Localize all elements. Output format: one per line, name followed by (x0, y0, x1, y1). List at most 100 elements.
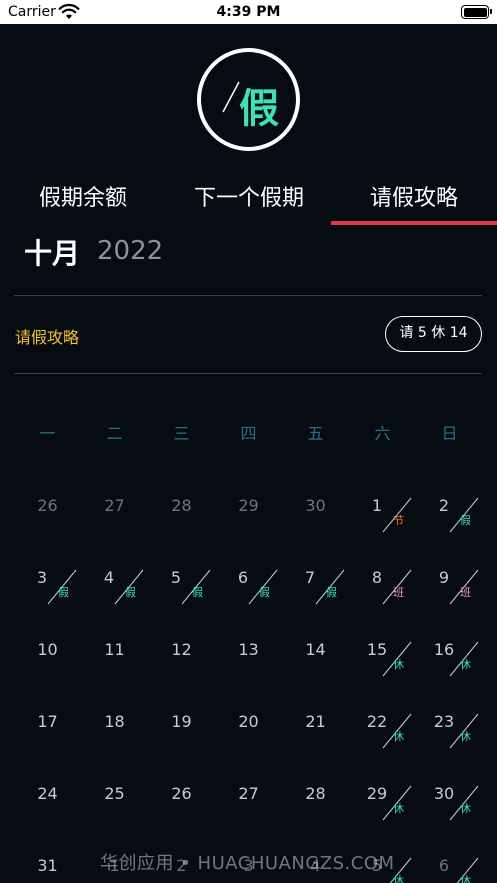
weekday-label: 一 (39, 424, 56, 443)
day-tag: 假 (125, 586, 136, 599)
calendar-day[interactable]: 30 (282, 468, 349, 540)
calendar-day[interactable]: 24 (14, 756, 81, 828)
app-logo: 假 (197, 48, 300, 151)
calendar-day[interactable]: 17 (14, 684, 81, 756)
calendar-day[interactable]: 3假 (14, 540, 81, 612)
day-number: 26 (37, 496, 58, 515)
day-number: 19 (171, 712, 192, 731)
calendar-day[interactable]: 29 (215, 468, 282, 540)
day-tag: 休 (460, 802, 471, 815)
calendar-day[interactable]: 26 (148, 756, 215, 828)
calendar-day[interactable]: 26 (14, 468, 81, 540)
day-number: 10 (37, 640, 58, 659)
day-number: 16 (433, 640, 455, 659)
strategy-badge[interactable]: 请 5 休 14 (385, 316, 482, 352)
calendar-day[interactable]: 28 (148, 468, 215, 540)
day-number: 29 (366, 784, 388, 803)
day-number: 20 (238, 712, 259, 731)
calendar-day[interactable]: 27 (215, 756, 282, 828)
tab-leave-strategy[interactable]: 请假攻略 (331, 180, 497, 224)
day-tag: 假 (460, 514, 471, 527)
calendar-day[interactable]: 10 (14, 612, 81, 684)
calendar-day[interactable]: 6休 (416, 828, 483, 883)
calendar-day[interactable]: 29 休 (349, 756, 416, 828)
day-number: 22 (366, 712, 388, 731)
calendar-day[interactable]: 25 (81, 756, 148, 828)
day-tag: 节 (393, 514, 404, 527)
day-number: 24 (37, 784, 58, 803)
day-number: 23 (433, 712, 455, 731)
calendar-day[interactable]: 12 (148, 612, 215, 684)
status-bar: Carrier 4:39 PM (0, 0, 497, 24)
calendar-day[interactable]: 28 (282, 756, 349, 828)
day-number: 27 (238, 784, 259, 803)
calendar-day[interactable]: 13 (215, 612, 282, 684)
calendar-day[interactable]: 27 (81, 468, 148, 540)
day-number: 3 (36, 568, 48, 587)
day-number: 28 (171, 496, 192, 515)
calendar-day[interactable]: 23 休 (416, 684, 483, 756)
day-number: 12 (171, 640, 192, 659)
calendar-day[interactable]: 16 休 (416, 612, 483, 684)
calendar-day[interactable]: 11 (81, 612, 148, 684)
calendar-day[interactable]: 6假 (215, 540, 282, 612)
day-number: 21 (305, 712, 326, 731)
tab-bar: 假期余额 下一个假期 请假攻略 (0, 180, 497, 228)
day-number: 11 (104, 640, 125, 659)
tab-next-holiday[interactable]: 下一个假期 (166, 180, 332, 224)
day-tag: 休 (393, 658, 404, 671)
day-tag: 假 (192, 586, 203, 599)
active-tab-indicator (331, 221, 497, 225)
logo-text: 假 (239, 86, 279, 132)
day-number: 15 (366, 640, 388, 659)
day-number: 18 (104, 712, 125, 731)
day-number: 29 (238, 496, 259, 515)
calendar-day[interactable]: 20 (215, 684, 282, 756)
day-tag: 休 (393, 874, 404, 883)
calendar-day[interactable]: 7假 (282, 540, 349, 612)
weekday-label: 三 (173, 424, 190, 443)
calendar-day[interactable]: 8班 (349, 540, 416, 612)
day-number: 30 (433, 784, 455, 803)
calendar-day[interactable]: 14 (282, 612, 349, 684)
day-number: 9 (438, 568, 450, 587)
calendar-day[interactable]: 30 休 (416, 756, 483, 828)
calendar-day[interactable]: 31 (14, 828, 81, 883)
calendar-day[interactable]: 2假 (416, 468, 483, 540)
day-number: 26 (171, 784, 192, 803)
day-tag: 休 (460, 874, 471, 883)
calendar-day[interactable]: 9班 (416, 540, 483, 612)
calendar-day[interactable]: 21 (282, 684, 349, 756)
tab-holiday-balance[interactable]: 假期余额 (0, 180, 166, 224)
day-number: 2 (438, 496, 450, 515)
day-number: 6 (438, 856, 450, 875)
weekday-header: 一二三四五六日 (14, 420, 482, 450)
day-number: 13 (238, 640, 259, 659)
day-number: 6 (237, 568, 249, 587)
calendar-day[interactable]: 4假 (81, 540, 148, 612)
day-tag: 班 (460, 586, 471, 599)
weekday-label: 六 (374, 424, 391, 443)
calendar-day[interactable]: 5假 (148, 540, 215, 612)
watermark: 华创应用 • HUACHUANGZS.COM (100, 853, 395, 874)
weekday-label: 五 (307, 424, 324, 443)
day-tag: 假 (259, 586, 270, 599)
calendar-day[interactable]: 15 休 (349, 612, 416, 684)
calendar-day[interactable]: 19 (148, 684, 215, 756)
divider (14, 373, 482, 374)
day-tag: 休 (460, 730, 471, 743)
day-tag: 班 (393, 586, 404, 599)
day-number: 28 (305, 784, 326, 803)
calendar-day[interactable]: 18 (81, 684, 148, 756)
calendar-grid: 26 27 28 29 30 1 节 2 假 3 假 4 假 5 假 6 假 7 假 8 班 9 班 10 11 12 13 14 15… (14, 468, 482, 883)
battery-icon (461, 5, 492, 19)
day-tag: 休 (460, 658, 471, 671)
calendar-day[interactable]: 1节 (349, 468, 416, 540)
month-label: 十月 (24, 237, 81, 270)
day-number: 31 (37, 856, 58, 875)
calendar-day[interactable]: 22 休 (349, 684, 416, 756)
day-number: 14 (305, 640, 326, 659)
weekday-label: 四 (240, 424, 257, 443)
day-tag: 假 (58, 586, 69, 599)
weekday-label: 二 (106, 424, 123, 443)
